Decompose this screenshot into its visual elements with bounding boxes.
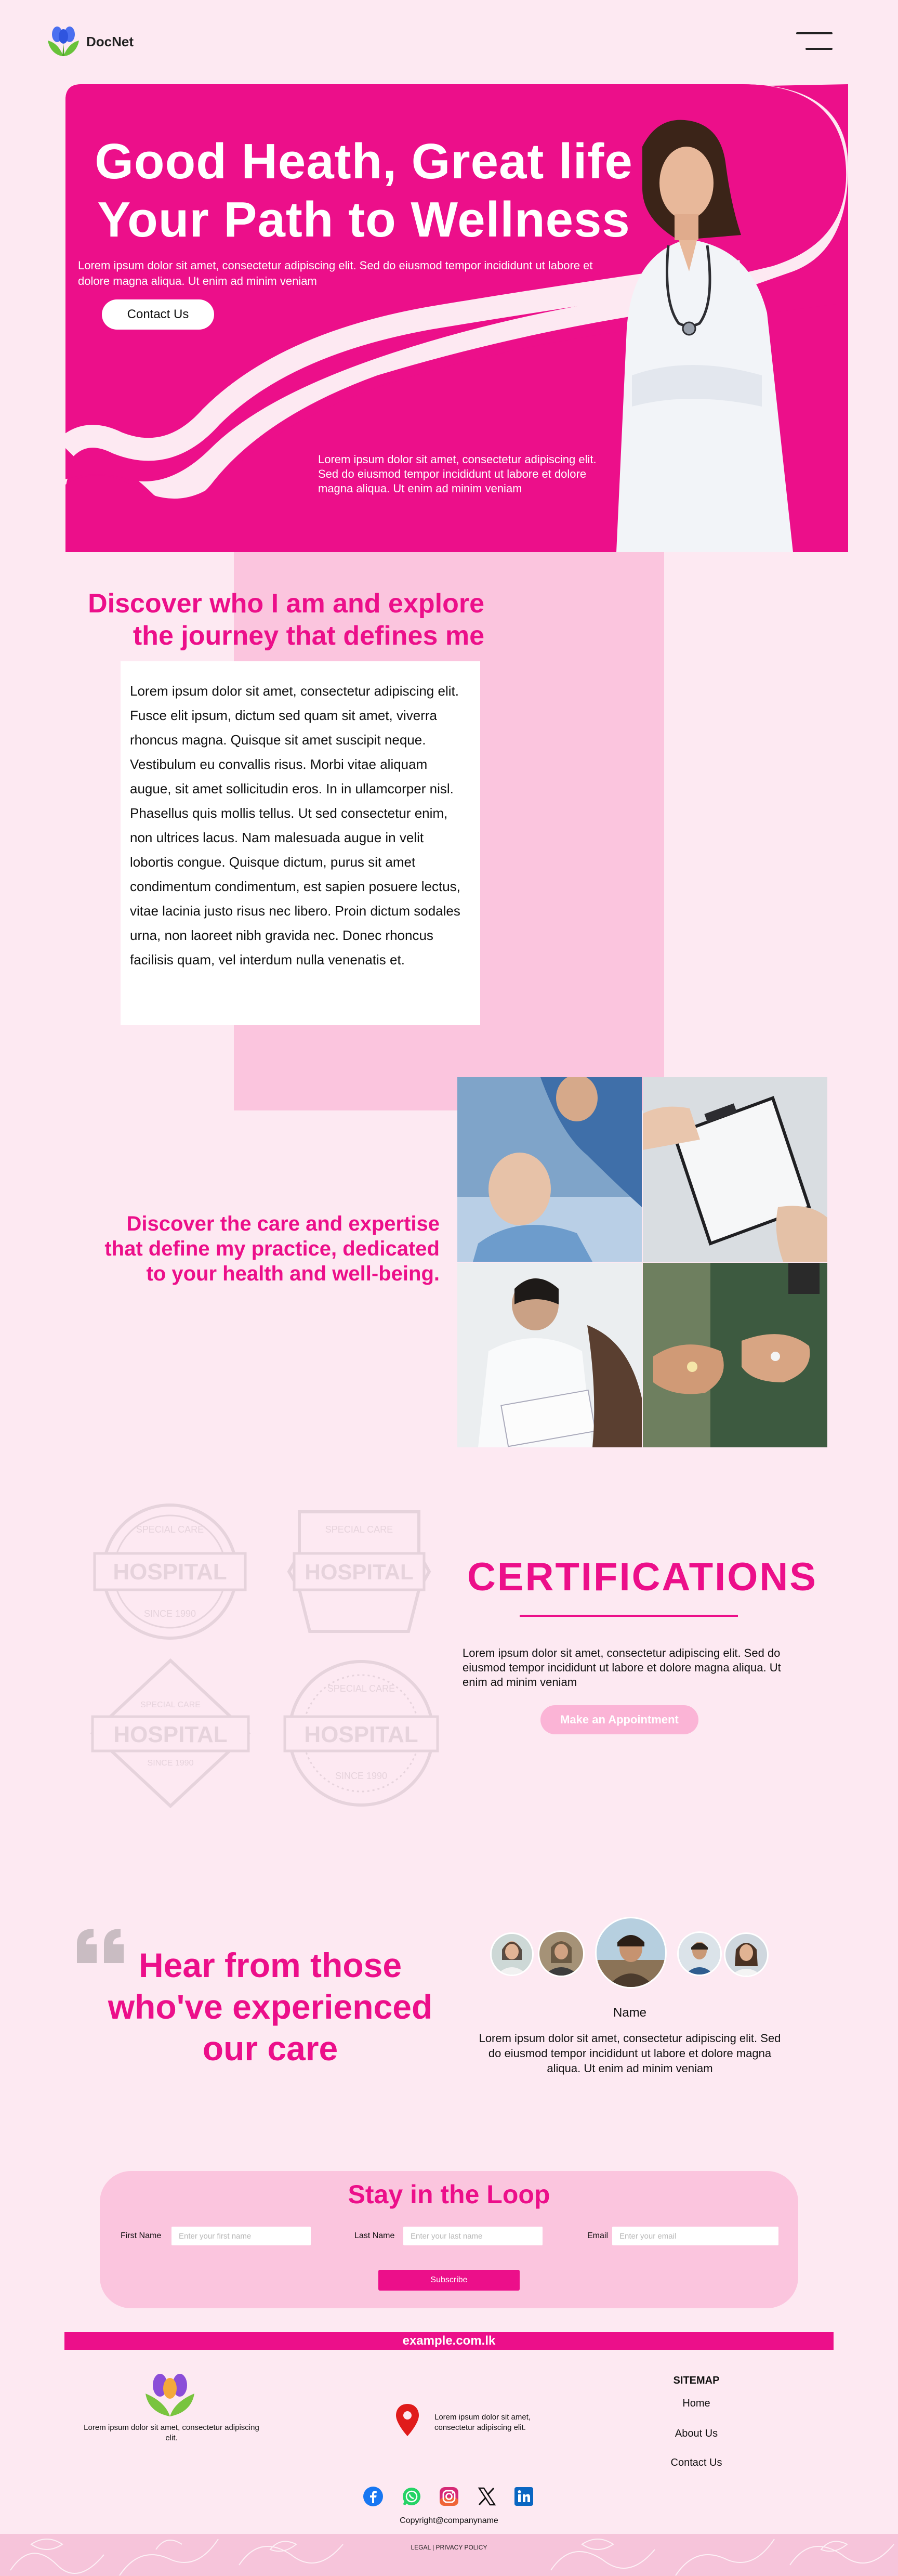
doctor-portrait	[616, 120, 793, 552]
about-body: Lorem ipsum dolor sit amet, consectetur …	[130, 683, 460, 967]
hospital-badge-3: HOSPITAL SPECIAL CARE SINCE 1990	[87, 1655, 254, 1814]
clipboard-photo	[643, 1077, 827, 1262]
whatsapp-icon[interactable]	[401, 2486, 422, 2507]
badge-word: HOSPITAL	[304, 1722, 418, 1747]
linkedin-icon[interactable]	[513, 2486, 534, 2507]
doctor-chart-photo	[457, 1263, 642, 1447]
sitemap-link-home[interactable]: Home	[644, 2398, 748, 2410]
badge-top-text: SPECIAL CARE	[136, 1524, 204, 1535]
floral-pattern-strip	[0, 2534, 898, 2576]
subscribe-button[interactable]: Subscribe	[378, 2270, 520, 2291]
legal-links[interactable]: LEGAL | PRIVACY POLICY	[364, 2544, 534, 2551]
footer-description: Lorem ipsum dolor sit amet, consectetur …	[84, 2423, 259, 2442]
hospital-badge-2: HOSPITAL SPECIAL CARE	[284, 1501, 434, 1644]
badge-top-text: SPECIAL CARE	[327, 1683, 395, 1694]
certifications-title: CERTIFICATIONS	[467, 1555, 817, 1599]
last-name-label: Last Name	[354, 2231, 395, 2240]
sitemap-link-contact[interactable]: Contact Us	[644, 2457, 748, 2469]
services-photo-grid	[457, 1077, 827, 1447]
hero-title-line1: Good Heath, Great life	[95, 134, 633, 189]
badge-top-text: SPECIAL CARE	[325, 1524, 393, 1535]
instagram-icon[interactable]	[439, 2486, 459, 2507]
testimonial-avatar-active[interactable]	[597, 1918, 665, 1987]
last-name-input[interactable]	[403, 2227, 543, 2245]
newsletter-title: Stay in the Loop	[348, 2180, 550, 2209]
sitemap-title: SITEMAP	[673, 2375, 720, 2386]
testimonial-name: Name	[613, 2006, 647, 2020]
copyright-text: Copyright@companyname	[400, 2516, 498, 2525]
sitemap-link-about[interactable]: About Us	[644, 2428, 748, 2440]
first-name-label: First Name	[121, 2231, 162, 2240]
patient-care-photo	[457, 1077, 642, 1262]
make-appointment-button[interactable]: Make an Appointment	[540, 1705, 698, 1734]
hospital-badge-4: HOSPITAL SPECIAL CARE SINCE 1990	[281, 1655, 442, 1814]
contact-us-button[interactable]: Contact Us	[102, 299, 214, 330]
testimonial-avatar-5[interactable]	[725, 1934, 767, 1976]
hospital-badge-1: HOSPITAL SPECIAL CARE SINCE 1990	[89, 1501, 250, 1644]
testimonial-avatar-4[interactable]	[679, 1933, 720, 1975]
about-title: Discover who I am and explore the journe…	[63, 587, 484, 652]
badge-bottom-text: SINCE 1990	[144, 1609, 196, 1619]
brand-logo[interactable]: DocNet	[45, 25, 134, 58]
hero-secondary-description: Lorem ipsum dolor sit amet, consectetur …	[318, 453, 597, 495]
testimonial-avatar-1[interactable]	[492, 1934, 532, 1975]
email-input[interactable]	[612, 2227, 778, 2245]
first-name-input[interactable]	[171, 2227, 311, 2245]
badge-bottom-text: SINCE 1990	[335, 1771, 387, 1781]
hero-description: Lorem ipsum dolor sit amet, consectetur …	[78, 259, 593, 287]
location-pin-icon	[396, 2404, 419, 2436]
badge-top-text: SPECIAL CARE	[140, 1701, 201, 1709]
services-heading: Discover the care and expertise that def…	[104, 1212, 440, 1285]
hero-title: Good Heath, Great life Your Path to Well…	[78, 133, 650, 249]
hero-title-line2: Your Path to Wellness	[97, 192, 630, 247]
footer-tulip-logo-icon	[146, 2374, 194, 2416]
email-label: Email	[587, 2231, 609, 2240]
domain-bar: example.com.lk	[64, 2332, 834, 2350]
badge-word: HOSPITAL	[113, 1722, 227, 1747]
about-card: Lorem ipsum dolor sit amet, consectetur …	[121, 661, 480, 1025]
badge-word: HOSPITAL	[113, 1559, 227, 1585]
testimonials-title: Hear from those who've experienced our c…	[108, 1946, 433, 2068]
testimonial-avatar-2[interactable]	[539, 1932, 583, 1976]
brand-name: DocNet	[86, 33, 134, 49]
footer-address: Lorem ipsum dolor sit amet, consectetur …	[434, 2413, 531, 2432]
badge-word: HOSPITAL	[305, 1560, 413, 1584]
about-title-line1: Discover who I am and explore	[88, 589, 484, 619]
certifications-description: Lorem ipsum dolor sit amet, consectetur …	[463, 1646, 781, 1689]
testimonial-text: Lorem ipsum dolor sit amet, consectetur …	[479, 2032, 781, 2075]
facebook-icon[interactable]	[363, 2486, 384, 2507]
x-icon[interactable]	[476, 2486, 497, 2507]
menu-hamburger-icon[interactable]	[796, 29, 833, 52]
tulip-logo-icon	[48, 27, 79, 56]
pills-hands-photo	[643, 1263, 827, 1447]
about-title-line2: the journey that defines me	[133, 621, 484, 651]
badge-bottom-text: SINCE 1990	[148, 1759, 194, 1768]
certifications-underline	[520, 1615, 738, 1617]
